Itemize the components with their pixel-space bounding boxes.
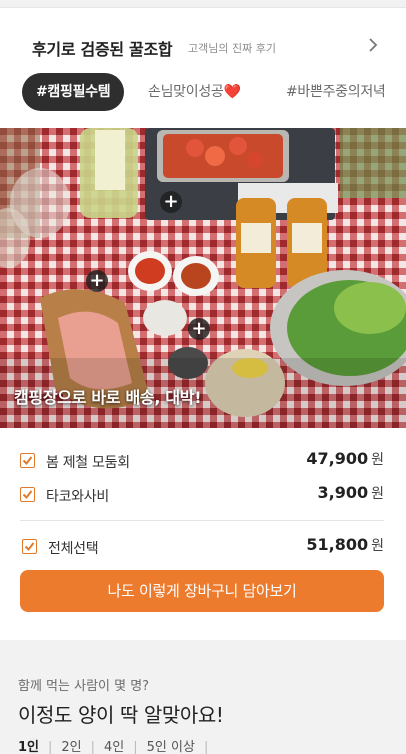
picnic-photo-illustration (0, 128, 406, 428)
hashtag-tabs: #캠핑필수템 손님맞이성공❤️ #바쁜주중의저녁 (22, 73, 406, 111)
product-tag-plus-icon[interactable]: + (160, 191, 182, 213)
divider (20, 520, 384, 521)
product-tag-plus-icon[interactable]: + (188, 318, 210, 340)
checkmark-icon (22, 490, 33, 500)
add-to-cart-button[interactable]: 나도 이렇게 장바구니 담아보기 (20, 570, 384, 612)
product-checkbox[interactable] (20, 487, 35, 502)
total-price-value: 51,800 (306, 535, 369, 554)
top-divider-strip (0, 0, 406, 8)
price-unit: 원 (371, 452, 384, 468)
product-tag-plus-icon[interactable]: + (86, 270, 108, 292)
product-name: 봄 제철 모둠회 (46, 455, 130, 471)
section-subtitle: 고객님의 진짜 후기 (188, 42, 276, 55)
portion-option-4[interactable]: 4인 (104, 736, 124, 754)
price-unit: 원 (371, 486, 384, 502)
photo-caption: 캠핑장으로 바로 배송, 대박! (14, 388, 202, 407)
product-price: 3,900 원 (318, 483, 385, 503)
product-row[interactable]: 타코와사비 3,900 원 (0, 482, 406, 508)
section-header[interactable]: 후기로 검증된 꿀조합 고객님의 진짜 후기 (0, 28, 406, 62)
price-value: 47,900 (306, 449, 369, 468)
product-row[interactable]: 봄 제철 모둠회 47,900 원 (0, 448, 406, 474)
total-price: 51,800 원 (306, 535, 384, 555)
portion-options: 1인 | 2인 | 4인 | 5인 이상 | (18, 736, 217, 754)
separator: | (90, 740, 96, 754)
portion-option-2[interactable]: 2인 (61, 736, 81, 754)
checkmark-icon (22, 456, 33, 466)
select-all-row[interactable]: 전체선택 51,800 원 (0, 534, 406, 560)
separator: | (48, 740, 53, 754)
portion-question: 함께 먹는 사람이 몇 명? (18, 679, 150, 694)
select-all-label: 전체선택 (48, 541, 99, 557)
product-checkbox[interactable] (20, 453, 35, 468)
product-price: 47,900 원 (306, 449, 384, 469)
product-name: 타코와사비 (46, 489, 109, 505)
chevron-right-icon[interactable] (366, 36, 380, 54)
review-photo[interactable]: + + + 캠핑장으로 바로 배송, 대박! (0, 128, 406, 428)
tab-guest[interactable]: 손님맞이성공❤️ (148, 73, 241, 111)
portion-headline: 이정도 양이 딱 알맞아요! (18, 703, 224, 727)
tab-camping[interactable]: #캠핑필수템 (22, 73, 125, 111)
select-all-checkbox[interactable] (22, 539, 37, 554)
separator: | (203, 740, 209, 754)
tab-weeknight[interactable]: #바쁜주중의저녁 (286, 73, 386, 111)
checkmark-icon (24, 542, 35, 552)
price-unit: 원 (371, 538, 384, 554)
section-title: 후기로 검증된 꿀조합 (32, 40, 173, 59)
portion-option-5plus[interactable]: 5인 이상 (147, 736, 195, 754)
portion-option-1[interactable]: 1인 (18, 736, 39, 754)
separator: | (133, 740, 138, 754)
price-value: 3,900 (317, 483, 369, 502)
